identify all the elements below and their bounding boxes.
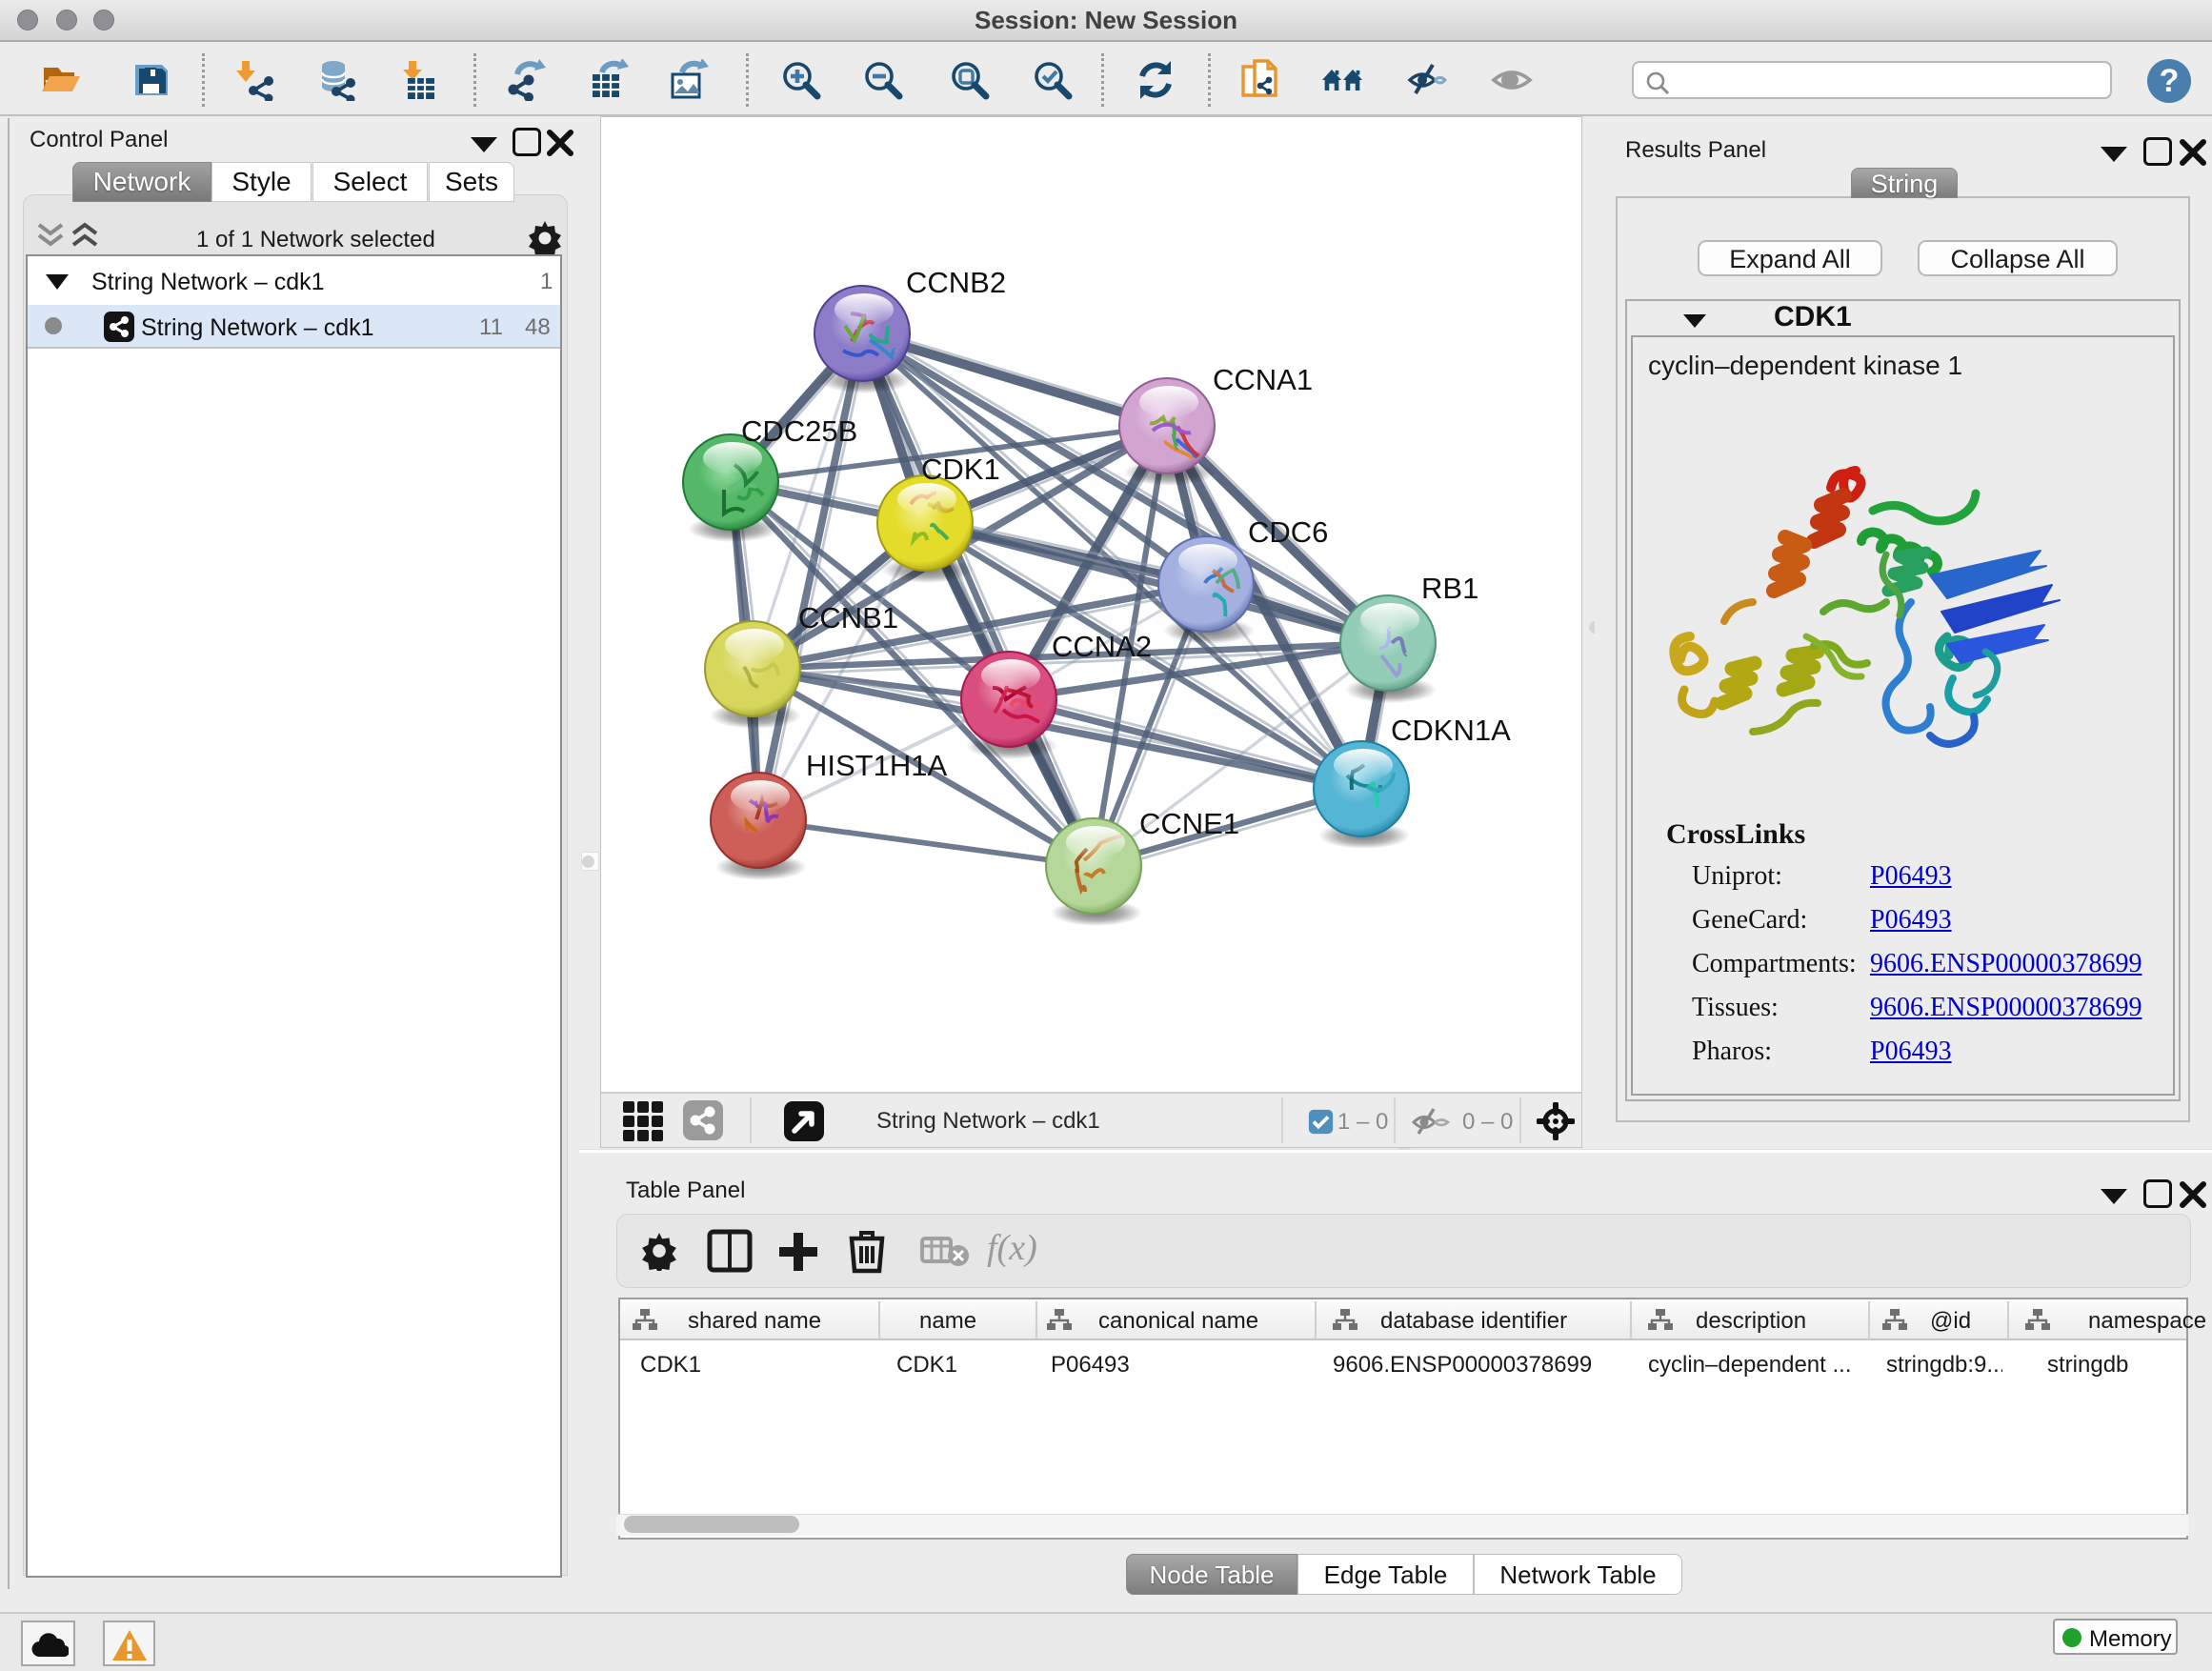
svg-text:CDC25B: CDC25B xyxy=(741,414,857,448)
svg-text:RB1: RB1 xyxy=(1421,572,1478,605)
svg-text:CCNB1: CCNB1 xyxy=(798,601,898,634)
svg-text:CDK1: CDK1 xyxy=(921,453,1000,486)
svg-text:CDC6: CDC6 xyxy=(1248,515,1328,549)
svg-text:HIST1H1A: HIST1H1A xyxy=(806,749,947,782)
svg-text:CCNA1: CCNA1 xyxy=(1213,363,1313,396)
svg-text:CDKN1A: CDKN1A xyxy=(1391,714,1511,747)
svg-text:CCNA2: CCNA2 xyxy=(1052,630,1152,663)
svg-text:CCNB2: CCNB2 xyxy=(906,266,1006,299)
svg-text:CCNE1: CCNE1 xyxy=(1139,807,1239,840)
